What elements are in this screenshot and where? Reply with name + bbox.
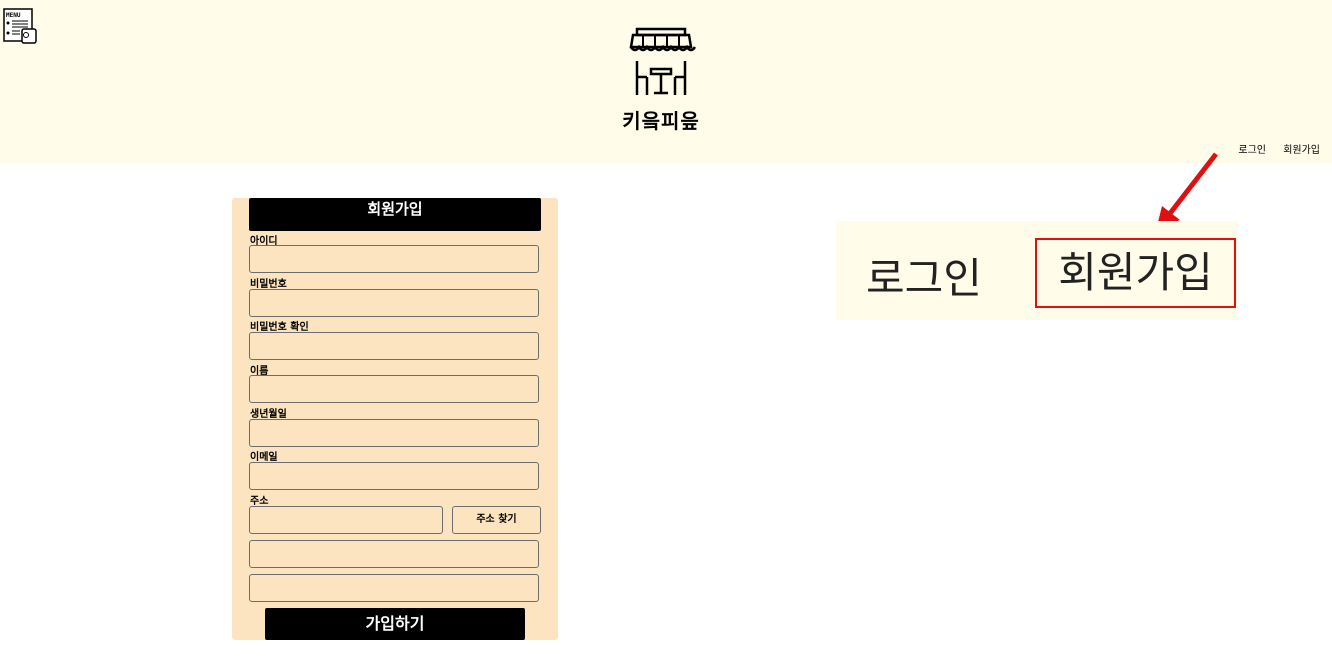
address-detail-input[interactable] [249,574,539,602]
svg-text:MENU: MENU [6,12,21,19]
signup-form: 회원가입 아이디 비밀번호 비밀번호 확인 이름 생년월일 이메일 주소 주소 … [232,198,558,640]
site-header: MENU 키읔피읖 로그인 회원가입 [0,0,1332,163]
password-confirm-label: 비밀번호 확인 [250,322,309,333]
zoomed-login-link: 로그인 [866,254,982,303]
submit-signup-button[interactable]: 가입하기 [265,608,525,640]
menu-card-icon[interactable]: MENU [2,7,40,45]
address-label: 주소 [250,496,269,507]
birthdate-label: 생년월일 [250,409,287,420]
email-input[interactable] [249,462,539,490]
address-input[interactable] [249,540,539,568]
site-logo[interactable]: 키읔피읖 [616,25,706,133]
logo-text: 키읔피읖 [622,109,700,133]
email-label: 이메일 [250,452,278,463]
password-input[interactable] [249,289,539,317]
password-confirm-input[interactable] [249,332,539,360]
cafe-awning-table-icon [629,27,697,95]
zoomed-signup-link: 회원가입 [1035,238,1236,308]
birthdate-input[interactable] [249,419,539,447]
login-link[interactable]: 로그인 [1238,145,1266,156]
postcode-input[interactable] [249,506,443,534]
zoomed-auth-nav: 로그인 회원가입 [836,221,1238,320]
name-input[interactable] [249,375,539,403]
id-input[interactable] [249,245,539,273]
form-title: 회원가입 [249,198,541,231]
address-search-button[interactable]: 주소 찾기 [452,506,541,534]
auth-nav: 로그인 회원가입 [1224,141,1320,156]
password-label: 비밀번호 [250,279,287,290]
signup-link[interactable]: 회원가입 [1283,145,1320,156]
